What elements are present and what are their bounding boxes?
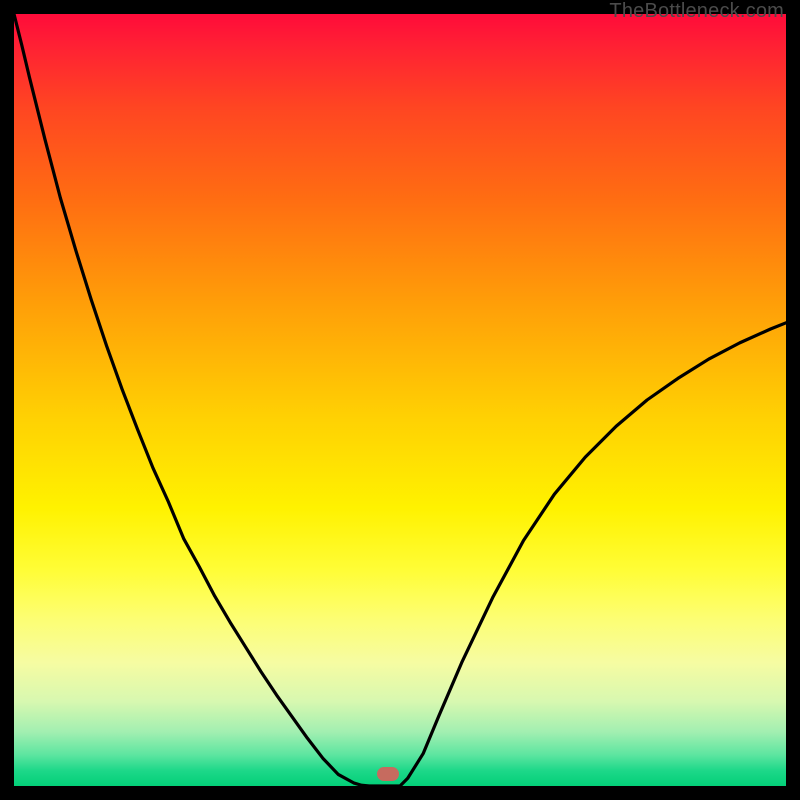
plot-area [14, 14, 786, 786]
chart-frame: TheBottleneck.com [0, 0, 800, 800]
watermark-text: TheBottleneck.com [609, 0, 784, 23]
curve-layer [14, 14, 786, 786]
bottleneck-curve [14, 14, 786, 786]
minimum-marker [377, 767, 399, 781]
